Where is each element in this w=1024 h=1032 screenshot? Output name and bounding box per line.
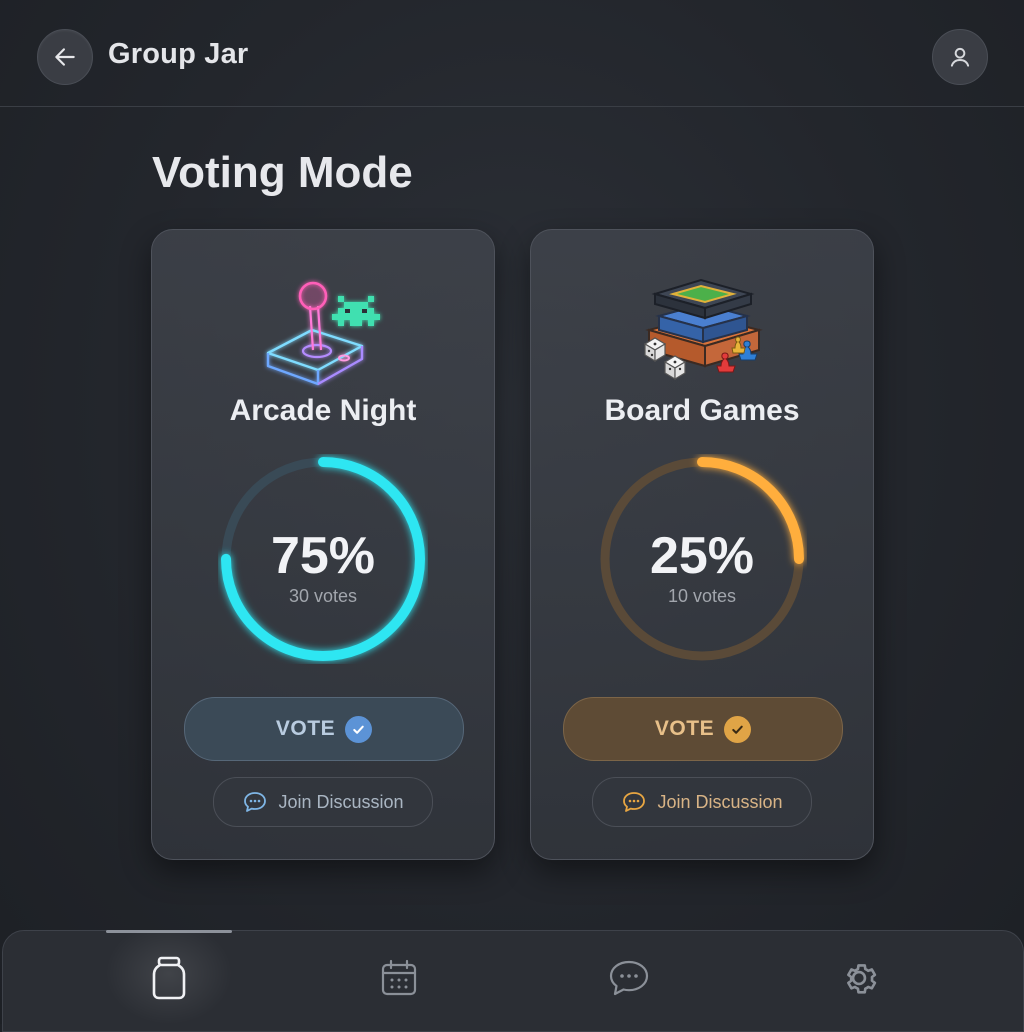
bottom-nav	[2, 930, 1024, 1032]
join-discussion-button[interactable]: Join Discussion	[592, 777, 812, 827]
vote-button[interactable]: VOTE	[184, 697, 464, 761]
join-discussion-label: Join Discussion	[657, 791, 783, 812]
vote-count: 30 votes	[288, 586, 358, 606]
arcade-joystick-icon	[266, 281, 380, 386]
vote-button-label: VOTE	[654, 717, 715, 740]
nav-item-calendar[interactable]	[335, 931, 463, 1025]
vote-percentage: 75%	[270, 527, 376, 585]
vote-button[interactable]: VOTE	[563, 697, 843, 761]
join-discussion-button[interactable]: Join Discussion	[213, 777, 433, 827]
top-bar: Group Jar	[0, 0, 1024, 107]
app-title: Group Jar	[108, 38, 249, 70]
calendar-icon	[381, 959, 417, 996]
nav-item-chat[interactable]	[565, 931, 693, 1025]
back-button[interactable]	[37, 29, 93, 85]
option-title: Board Games	[604, 394, 800, 427]
option-card-arcade-night: Arcade Night 75% 30 votes VOTE Join Disc…	[151, 229, 495, 860]
vote-percentage: 25%	[649, 527, 755, 585]
arrow-left-icon	[55, 48, 75, 66]
option-card-board-games: Board Games 25% 10 votes VOTE Join Discu…	[530, 229, 874, 860]
profile-button[interactable]	[932, 29, 988, 85]
user-icon	[950, 47, 970, 67]
check-icon	[724, 715, 752, 743]
check-icon	[345, 715, 373, 743]
page-title: Voting Mode	[152, 148, 413, 197]
chat-icon	[609, 960, 649, 996]
join-discussion-label: Join Discussion	[278, 791, 404, 812]
nav-item-settings[interactable]	[795, 931, 923, 1025]
jar-icon	[152, 956, 186, 1000]
vote-count: 10 votes	[667, 586, 737, 606]
option-title: Arcade Night	[229, 394, 417, 427]
chat-bubble-icon	[244, 792, 267, 812]
gear-icon	[847, 964, 877, 994]
chat-bubble-icon	[623, 792, 646, 812]
nav-item-jar[interactable]	[105, 931, 233, 1025]
vote-button-label: VOTE	[275, 717, 336, 740]
board-games-icon	[643, 278, 763, 381]
